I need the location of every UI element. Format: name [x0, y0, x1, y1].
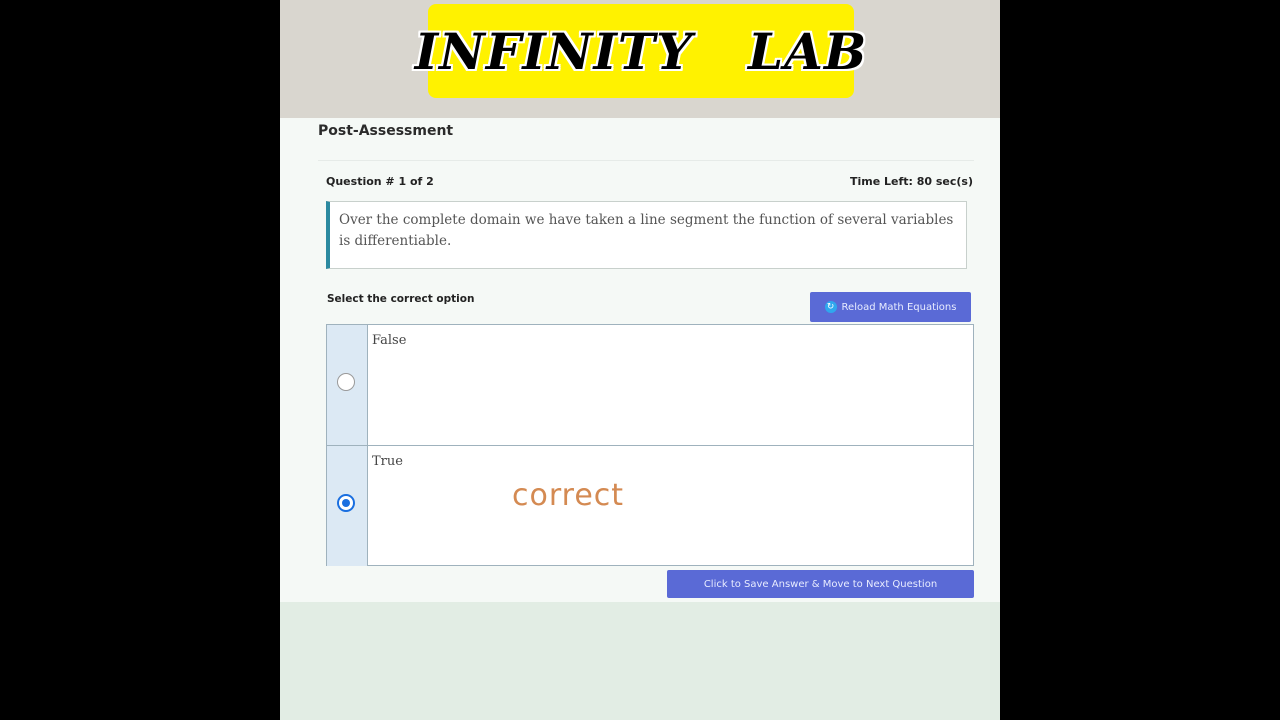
divider [318, 160, 974, 161]
radio-cell [327, 325, 368, 445]
option-row-true[interactable]: True correct [327, 446, 973, 566]
question-text: Over the complete domain we have taken a… [339, 212, 954, 249]
radio-false[interactable] [337, 373, 355, 391]
option-row-false[interactable]: False [327, 325, 973, 446]
header-band: INFINITY LAB [280, 0, 1000, 118]
options-table: False True correct [326, 324, 974, 566]
radio-cell [327, 446, 368, 566]
brand-banner: INFINITY LAB [415, 4, 866, 98]
select-option-label: Select the correct option [327, 293, 475, 305]
reload-math-button[interactable]: ↻ Reload Math Equations [810, 292, 971, 322]
correct-annotation: correct [512, 478, 625, 513]
video-frame: INFINITY LAB Post-Assessment Question # … [280, 0, 1000, 720]
option-label: True [372, 454, 403, 469]
time-left: Time Left: 80 sec(s) [849, 175, 973, 188]
reload-button-label: Reload Math Equations [841, 301, 957, 313]
save-next-button[interactable]: Click to Save Answer & Move to Next Ques… [667, 570, 974, 598]
page-title: Post-Assessment [318, 123, 454, 139]
refresh-icon: ↻ [824, 301, 837, 313]
question-number: Question # 1 of 2 [326, 175, 434, 188]
assessment-panel: Post-Assessment Question # 1 of 2 Time L… [280, 118, 1000, 602]
question-box: Over the complete domain we have taken a… [326, 201, 967, 269]
option-label: False [372, 333, 407, 348]
radio-true[interactable] [337, 494, 355, 512]
brand-title: INFINITY LAB [414, 21, 868, 81]
